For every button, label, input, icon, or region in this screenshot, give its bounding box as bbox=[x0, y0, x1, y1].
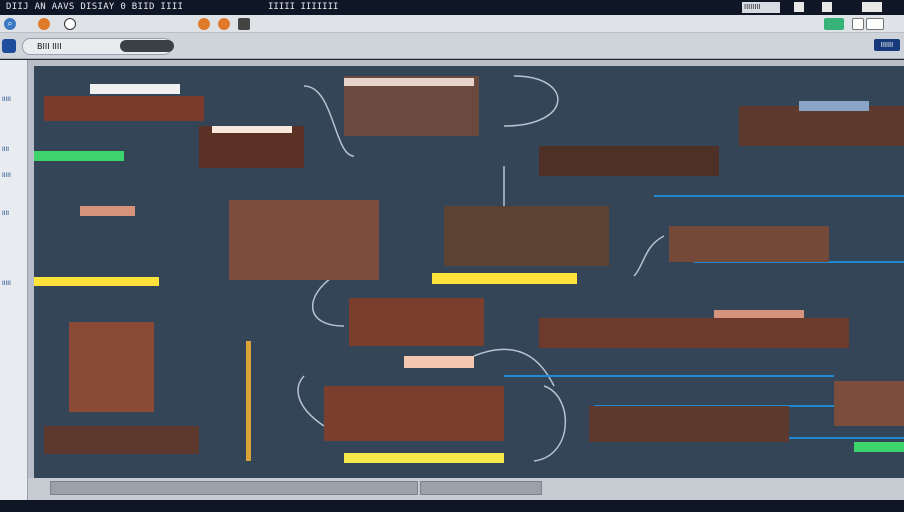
grid-icon[interactable] bbox=[238, 18, 250, 30]
panel[interactable] bbox=[444, 206, 609, 266]
panel[interactable] bbox=[229, 200, 379, 280]
maximize-icon[interactable] bbox=[822, 2, 832, 12]
diagram-svg bbox=[34, 75, 904, 463]
stop-icon[interactable] bbox=[218, 18, 230, 30]
connector bbox=[311, 275, 345, 327]
panel[interactable] bbox=[669, 226, 829, 262]
status-bar bbox=[28, 478, 904, 500]
left-panel-item[interactable]: IIII bbox=[2, 210, 9, 217]
window-center-title: IIIII IIIIIII bbox=[268, 2, 339, 12]
panel[interactable] bbox=[44, 96, 204, 121]
window-title: DIIJ AN AAVS DISIAY 0 BIID IIII bbox=[6, 2, 184, 12]
status-icon[interactable] bbox=[824, 18, 844, 30]
connector bbox=[533, 385, 566, 462]
connector bbox=[503, 75, 559, 127]
address-button[interactable]: IIIIII bbox=[874, 39, 900, 51]
minimize-icon[interactable] bbox=[794, 2, 804, 12]
light-label[interactable] bbox=[344, 78, 474, 86]
close-icon[interactable] bbox=[862, 2, 882, 12]
yellow-bar[interactable] bbox=[344, 453, 504, 463]
green-label[interactable] bbox=[854, 442, 904, 452]
panel[interactable] bbox=[589, 406, 789, 442]
left-panel-item[interactable]: IIIII bbox=[2, 172, 11, 179]
panels bbox=[44, 76, 904, 454]
doc-icon[interactable] bbox=[852, 18, 864, 30]
light-label[interactable] bbox=[799, 101, 869, 111]
left-panel-item[interactable]: IIIII bbox=[2, 280, 11, 287]
status-segment[interactable] bbox=[420, 481, 542, 495]
panel[interactable] bbox=[349, 298, 484, 346]
light-label[interactable] bbox=[212, 126, 292, 133]
left-panel-item[interactable]: IIII bbox=[2, 146, 9, 153]
panel[interactable] bbox=[834, 381, 904, 426]
diagram-canvas[interactable] bbox=[34, 66, 904, 478]
connector bbox=[473, 348, 555, 387]
status-segment[interactable] bbox=[50, 481, 418, 495]
light-label[interactable] bbox=[80, 206, 135, 216]
light-label[interactable] bbox=[404, 356, 474, 368]
yellow-bar[interactable] bbox=[246, 341, 251, 461]
left-panel-item[interactable]: IIIII bbox=[2, 96, 11, 103]
title-field[interactable]: IIIIIIII bbox=[742, 2, 780, 13]
light-label[interactable] bbox=[90, 84, 180, 94]
bottom-bar bbox=[0, 500, 904, 512]
title-bar: DIIJ AN AAVS DISIAY 0 BIID IIII IIIII II… bbox=[0, 0, 904, 15]
green-label[interactable] bbox=[34, 151, 124, 161]
panel[interactable] bbox=[324, 386, 504, 441]
yellow-bar[interactable] bbox=[34, 277, 159, 286]
toggle-switch[interactable] bbox=[120, 40, 174, 52]
yellow-bar[interactable] bbox=[432, 273, 577, 284]
panel[interactable] bbox=[44, 426, 199, 454]
panel[interactable] bbox=[539, 146, 719, 176]
light-label[interactable] bbox=[714, 310, 804, 318]
app-icon[interactable] bbox=[2, 39, 16, 53]
address-bar: BIII IIII IIIIII bbox=[0, 33, 904, 59]
record-icon[interactable] bbox=[198, 18, 210, 30]
search-icon[interactable]: ⌕ bbox=[4, 18, 16, 30]
clock-icon[interactable] bbox=[64, 18, 76, 30]
toolbar: ⌕ bbox=[0, 15, 904, 33]
window-icon[interactable] bbox=[866, 18, 884, 30]
left-panel: IIIII IIII IIIII IIII IIIII bbox=[0, 60, 28, 500]
settings-icon[interactable] bbox=[38, 18, 50, 30]
panel[interactable] bbox=[739, 106, 904, 146]
panel[interactable] bbox=[69, 322, 154, 412]
connector bbox=[297, 375, 325, 427]
connector bbox=[633, 235, 665, 277]
panel[interactable] bbox=[539, 318, 849, 348]
